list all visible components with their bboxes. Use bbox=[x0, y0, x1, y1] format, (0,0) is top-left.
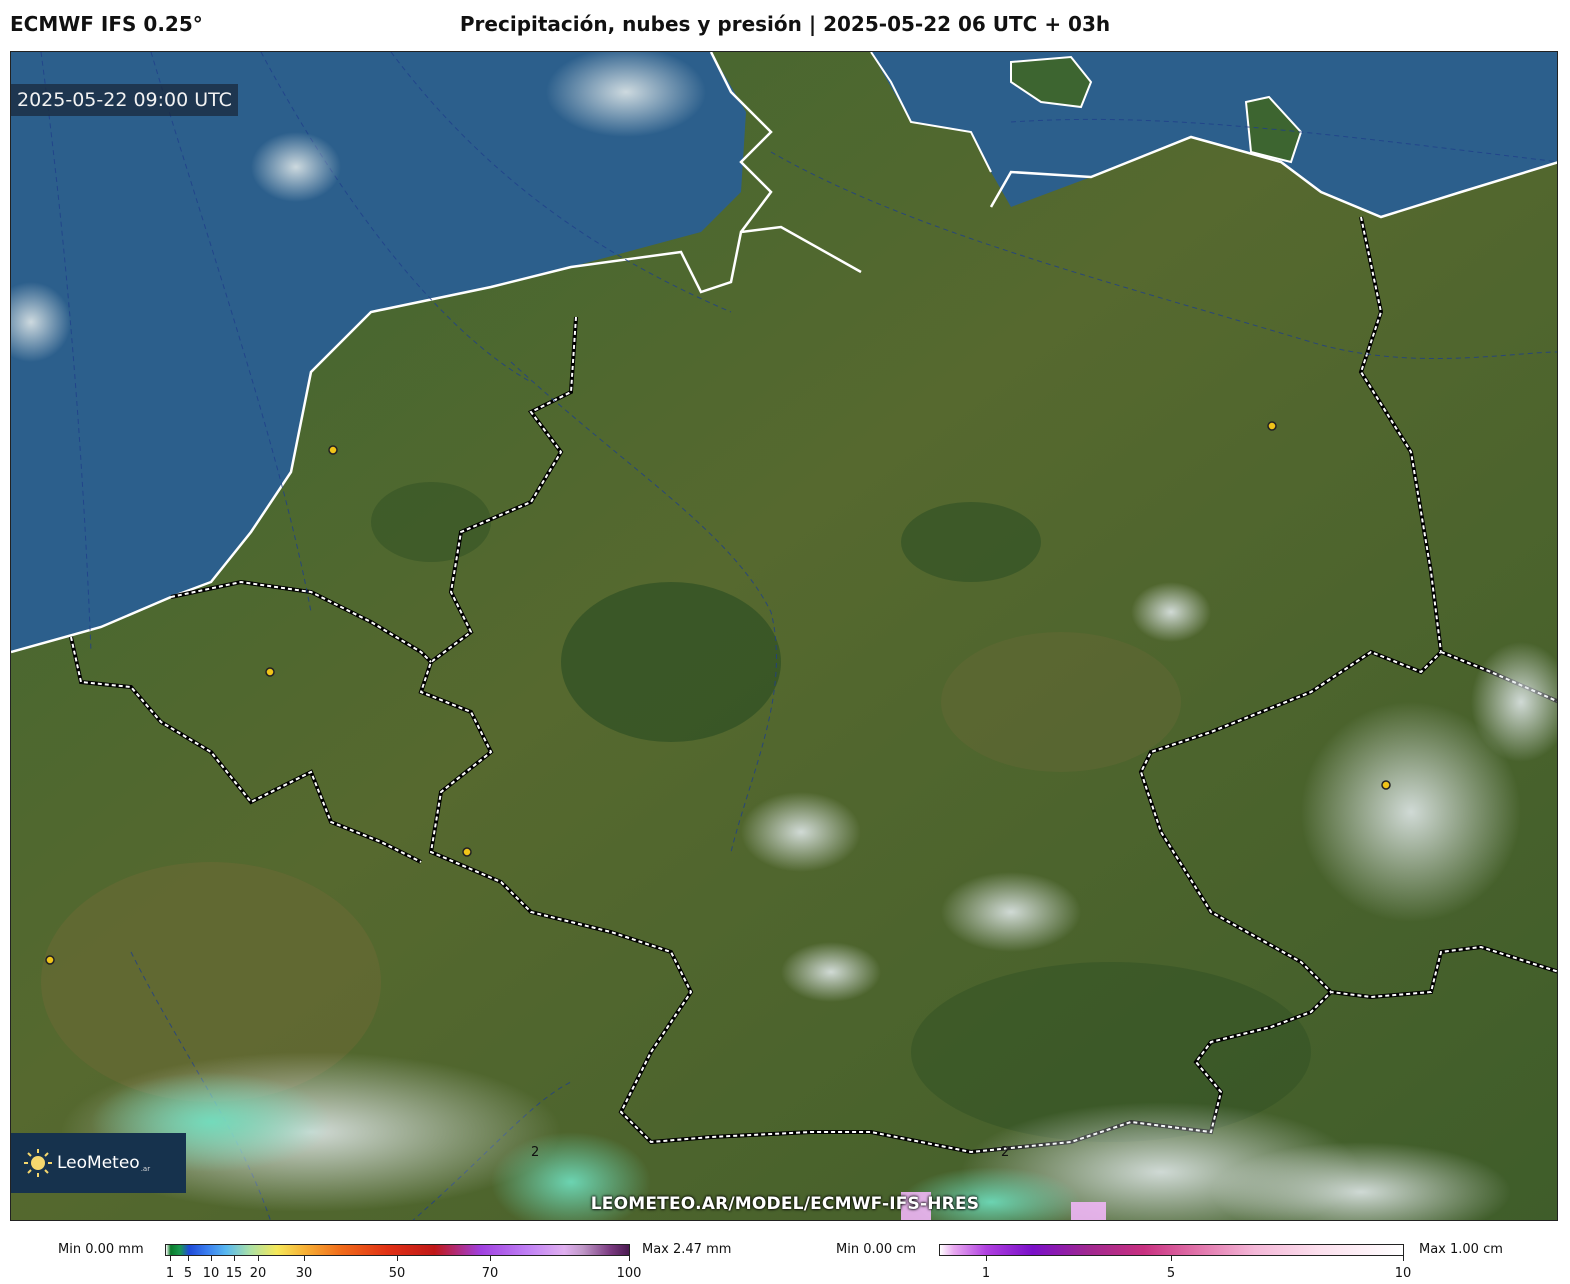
cloud bbox=[741, 792, 861, 872]
valid-time: 2025-05-22 09:00 UTC bbox=[11, 84, 238, 116]
forest bbox=[901, 502, 1041, 582]
watermark: LEOMETEO.AR/MODEL/ECMWF-IFS-HRES bbox=[590, 1194, 980, 1214]
precip-tick: 1 bbox=[165, 1266, 175, 1281]
chart-title: Precipitación, nubes y presión | 2025-05… bbox=[459, 12, 1111, 36]
city-dot bbox=[1381, 780, 1391, 790]
precip-tick: 5 bbox=[183, 1266, 193, 1281]
cloud bbox=[1131, 582, 1211, 642]
city-dot bbox=[1267, 421, 1277, 431]
precip-tick: 30 bbox=[295, 1266, 313, 1281]
isobar-label: 2 bbox=[1001, 1145, 1009, 1160]
sun-icon bbox=[23, 1148, 53, 1178]
city-dot bbox=[45, 955, 55, 965]
logo-suffix: .ar bbox=[140, 1165, 151, 1173]
precip-tick: 100 bbox=[616, 1266, 642, 1281]
precip-min-label: Min 0.00 mm bbox=[58, 1242, 144, 1257]
city-dot bbox=[265, 667, 275, 677]
precip-tick: 15 bbox=[225, 1266, 243, 1281]
snow-tick: 5 bbox=[1166, 1266, 1176, 1281]
leometeo-logo[interactable]: LeoMeteo .ar bbox=[11, 1133, 186, 1193]
precip-max-label: Max 2.47 mm bbox=[642, 1242, 732, 1257]
city-dot bbox=[462, 847, 472, 857]
snow-tick: 1 bbox=[981, 1266, 991, 1281]
map-canvas: 2 2 bbox=[11, 52, 1557, 1220]
cloud bbox=[941, 872, 1081, 952]
snow-max-label: Max 1.00 cm bbox=[1419, 1242, 1503, 1257]
precip-tick: 20 bbox=[249, 1266, 267, 1281]
weather-map[interactable]: 2 2 2025-05-22 09:00 UTC LeoMeteo .ar LE… bbox=[10, 51, 1558, 1221]
precip-tick: 70 bbox=[481, 1266, 499, 1281]
precip-colorbar bbox=[165, 1244, 630, 1256]
cloud bbox=[251, 132, 341, 202]
forest bbox=[561, 582, 781, 742]
logo-text: LeoMeteo bbox=[57, 1153, 140, 1173]
snow-colorbar bbox=[939, 1244, 1404, 1256]
snow-min-label: Min 0.00 cm bbox=[836, 1242, 917, 1257]
forest bbox=[941, 632, 1181, 772]
snow-tick: 10 bbox=[1394, 1266, 1412, 1281]
precip-tick: 10 bbox=[202, 1266, 220, 1281]
precip-tick: 50 bbox=[388, 1266, 406, 1281]
isobar-label: 2 bbox=[531, 1145, 539, 1160]
forest bbox=[371, 482, 491, 562]
cloud bbox=[781, 942, 881, 1002]
city-dot bbox=[328, 445, 338, 455]
